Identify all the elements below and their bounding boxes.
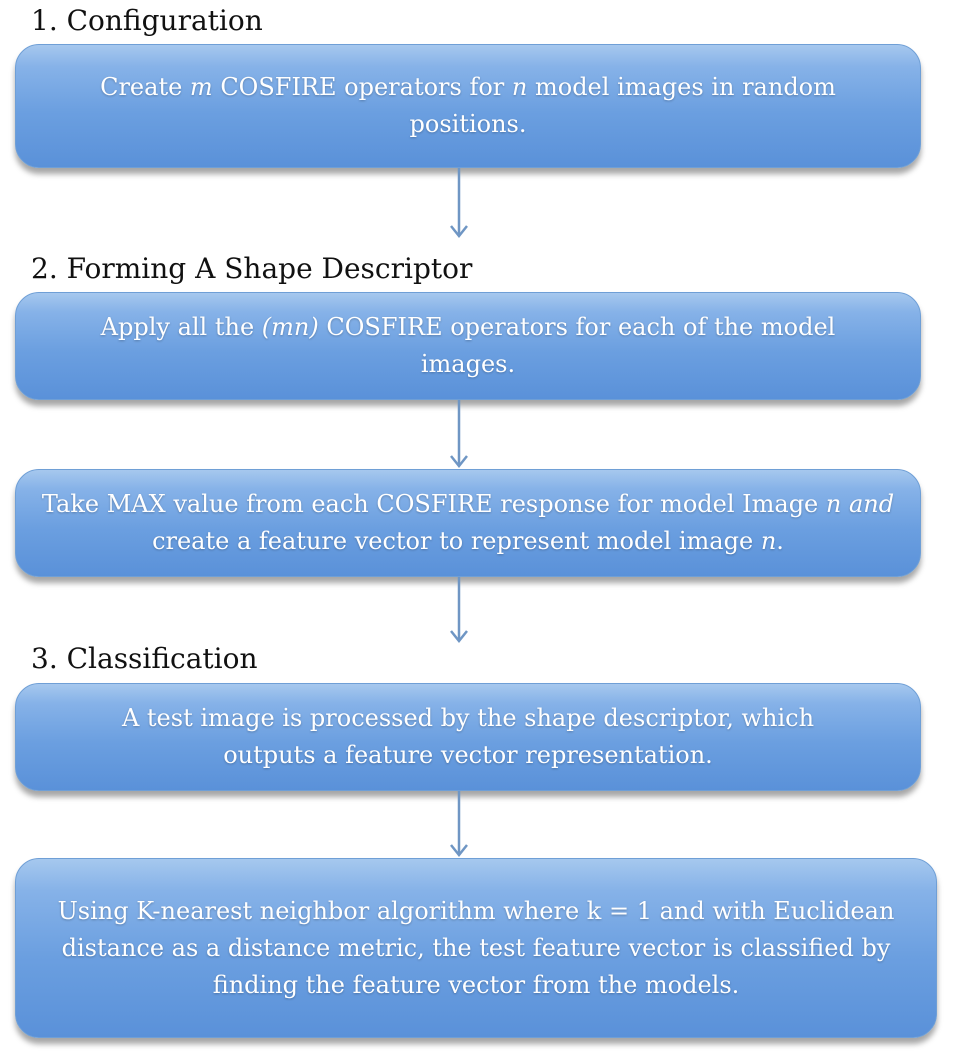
box-apply-operators-text: Apply all the (mn) COSFIRE operators for… xyxy=(100,313,836,378)
box-knn: Using K-nearest neighbor algorithm where… xyxy=(15,858,937,1038)
box-create-operators-text: Create m COSFIRE operators for n model i… xyxy=(100,73,836,138)
section-title-classification: 3. Classification xyxy=(31,642,258,675)
arrow-down-2 xyxy=(449,400,469,470)
section-title-configuration: 1. Configuration xyxy=(31,4,263,37)
box-knn-text: Using K-nearest neighbor algorithm where… xyxy=(57,896,895,999)
box-test-image-text: A test image is processed by the shape d… xyxy=(121,704,815,769)
arrow-down-3 xyxy=(449,577,469,645)
arrow-down-1 xyxy=(449,168,469,240)
section-title-shape-descriptor: 2. Forming A Shape Descriptor xyxy=(31,252,473,285)
arrow-down-4 xyxy=(449,791,469,859)
box-create-operators: Create m COSFIRE operators for n model i… xyxy=(15,44,921,168)
box-max-value: Take MAX value from each COSFIRE respons… xyxy=(15,469,921,577)
box-max-value-text: Take MAX value from each COSFIRE respons… xyxy=(41,490,895,555)
box-apply-operators: Apply all the (mn) COSFIRE operators for… xyxy=(15,292,921,400)
box-test-image: A test image is processed by the shape d… xyxy=(15,683,921,791)
